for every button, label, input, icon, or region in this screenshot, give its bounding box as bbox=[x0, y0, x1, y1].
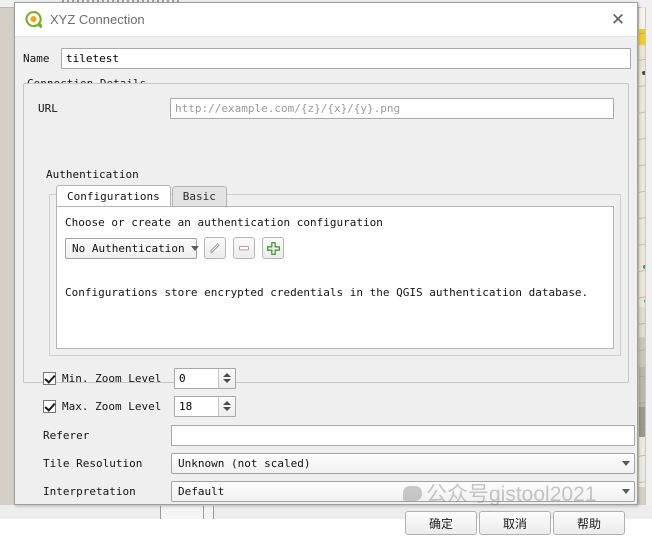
tile-resolution-row: Tile Resolution Unknown (not scaled) bbox=[43, 452, 635, 474]
min-zoom-spin-buttons[interactable] bbox=[218, 368, 235, 388]
url-label: URL bbox=[38, 101, 58, 115]
tab-basic[interactable]: Basic bbox=[171, 186, 227, 206]
chevron-down-icon bbox=[190, 245, 199, 251]
authentication-frame: Configurations Basic Choose or create an… bbox=[49, 185, 621, 356]
spin-down-icon[interactable] bbox=[223, 379, 231, 383]
auth-config-value: No Authentication bbox=[72, 241, 185, 255]
cancel-button[interactable]: 取消 bbox=[479, 511, 551, 535]
referer-input[interactable] bbox=[171, 424, 635, 446]
minus-icon bbox=[239, 246, 249, 251]
dialog-body: Name Connection Details URL Authenticati… bbox=[15, 37, 637, 535]
max-zoom-value: 18 bbox=[179, 399, 193, 413]
min-zoom-value: 0 bbox=[179, 371, 186, 385]
tile-resolution-label: Tile Resolution bbox=[43, 456, 143, 470]
remove-config-button[interactable] bbox=[233, 237, 255, 259]
dialog-titlebar: XYZ Connection ✕ bbox=[15, 3, 637, 37]
name-input[interactable] bbox=[61, 47, 631, 69]
name-label: Name bbox=[23, 51, 50, 65]
chevron-down-icon bbox=[622, 488, 630, 494]
referer-label: Referer bbox=[43, 428, 90, 442]
configurations-panel: Choose or create an authentication confi… bbox=[56, 206, 614, 349]
interpretation-row: Interpretation Default bbox=[43, 480, 635, 502]
auth-info-text: Configurations store encrypted credentia… bbox=[65, 286, 589, 299]
authentication-tabs: Configurations Basic bbox=[56, 185, 227, 206]
spin-down-icon[interactable] bbox=[223, 407, 231, 411]
referer-row: Referer bbox=[43, 424, 635, 446]
qgis-logo-icon bbox=[25, 11, 44, 29]
choose-config-label: Choose or create an authentication confi… bbox=[65, 216, 383, 229]
min-zoom-stepper[interactable]: 0 bbox=[174, 367, 236, 389]
max-zoom-spin-buttons[interactable] bbox=[218, 396, 235, 416]
pencil-icon bbox=[210, 243, 220, 253]
ok-button[interactable]: 确定 bbox=[405, 511, 477, 535]
url-input[interactable] bbox=[170, 97, 614, 119]
background-vertical-scrollbar[interactable] bbox=[645, 7, 652, 519]
plus-icon bbox=[266, 241, 280, 255]
spin-up-icon[interactable] bbox=[223, 401, 231, 405]
help-button[interactable]: 帮助 bbox=[553, 511, 625, 535]
chevron-down-icon bbox=[622, 460, 630, 466]
name-row: Name bbox=[19, 47, 631, 69]
add-config-button[interactable] bbox=[262, 237, 284, 259]
min-zoom-label: Min. Zoom Level bbox=[62, 371, 162, 385]
min-zoom-checkbox[interactable] bbox=[43, 371, 56, 385]
max-zoom-stepper[interactable]: 18 bbox=[174, 395, 236, 417]
edit-config-button[interactable] bbox=[204, 237, 226, 259]
max-zoom-label: Max. Zoom Level bbox=[62, 399, 162, 413]
url-row: URL bbox=[38, 97, 614, 119]
auth-config-row: No Authentication bbox=[65, 237, 284, 259]
interpretation-select[interactable]: Default bbox=[171, 480, 635, 502]
tile-resolution-select[interactable]: Unknown (not scaled) bbox=[171, 452, 635, 474]
interpretation-label: Interpretation bbox=[43, 484, 136, 498]
connection-details-group: URL Authentication Configurations Basic … bbox=[23, 83, 629, 383]
interpretation-value: Default bbox=[178, 484, 225, 498]
tile-resolution-value: Unknown (not scaled) bbox=[178, 456, 311, 470]
tab-configurations[interactable]: Configurations bbox=[56, 185, 171, 206]
max-zoom-checkbox[interactable] bbox=[43, 399, 56, 413]
auth-config-select[interactable]: No Authentication bbox=[65, 237, 199, 259]
xyz-connection-dialog: XYZ Connection ✕ Name Connection Details… bbox=[14, 2, 638, 535]
authentication-caption: Authentication bbox=[46, 168, 139, 181]
close-icon[interactable]: ✕ bbox=[603, 5, 633, 35]
max-zoom-row: Max. Zoom Level 18 bbox=[43, 395, 236, 417]
dialog-button-bar: 确定 取消 帮助 bbox=[15, 507, 637, 539]
spin-up-icon[interactable] bbox=[223, 373, 231, 377]
dialog-title: XYZ Connection bbox=[50, 12, 145, 27]
min-zoom-row: Min. Zoom Level 0 bbox=[43, 367, 236, 389]
